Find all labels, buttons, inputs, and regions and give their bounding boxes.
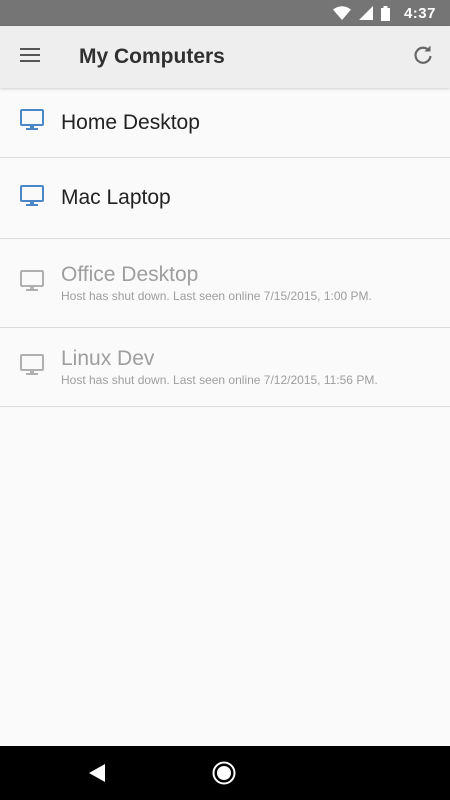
- status-time: 4:37: [403, 4, 436, 22]
- refresh-button[interactable]: [396, 26, 450, 88]
- host-status: Host has shut down. Last seen online 7/1…: [61, 373, 378, 387]
- menu-button[interactable]: [0, 26, 60, 88]
- host-item-office-desktop[interactable]: Office Desktop Host has shut down. Last …: [0, 239, 450, 328]
- host-status: Host has shut down. Last seen online 7/1…: [61, 289, 372, 303]
- page-title: My Computers: [79, 45, 225, 68]
- menu-icon: [20, 47, 40, 67]
- host-name: Home Desktop: [61, 110, 200, 134]
- screen: 4:37 My Computers Home Desktop Mac Lapto…: [0, 0, 450, 800]
- monitor-icon: [19, 184, 44, 212]
- wifi-icon: [332, 6, 351, 20]
- monitor-icon: [19, 109, 44, 136]
- signal-icon: [358, 6, 373, 20]
- battery-icon: [380, 5, 390, 21]
- host-item-linux-dev[interactable]: Linux Dev Host has shut down. Last seen …: [0, 328, 450, 407]
- host-name: Linux Dev: [61, 347, 155, 370]
- home-icon[interactable]: [212, 761, 236, 790]
- host-name: Mac Laptop: [61, 186, 171, 209]
- refresh-icon: [413, 45, 433, 70]
- host-name: Office Desktop: [61, 263, 199, 286]
- monitor-icon: [19, 353, 44, 381]
- host-item-home-desktop[interactable]: Home Desktop: [0, 88, 450, 158]
- host-item-mac-laptop[interactable]: Mac Laptop: [0, 158, 450, 239]
- status-bar: 4:37: [0, 0, 450, 26]
- back-icon[interactable]: [88, 763, 106, 788]
- app-bar: My Computers: [0, 26, 450, 88]
- monitor-icon: [19, 269, 44, 297]
- navigation-bar: [0, 746, 450, 800]
- host-list: Home Desktop Mac Laptop Office Desktop H…: [0, 88, 450, 407]
